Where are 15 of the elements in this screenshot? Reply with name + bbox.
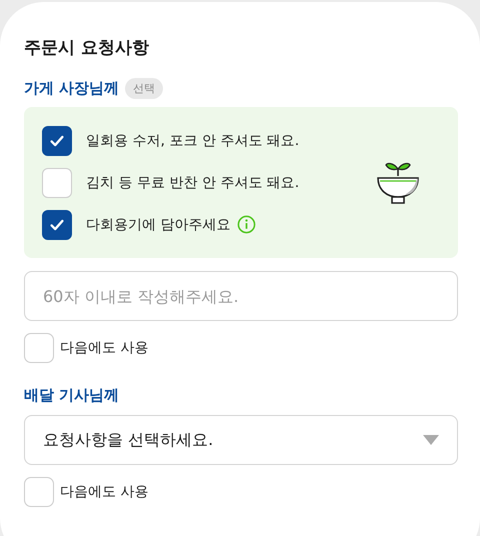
recipient-label: 가게 사장님께 — [24, 78, 120, 99]
checkbox[interactable] — [42, 126, 72, 156]
option-label: 김치 등 무료 반찬 안 주셔도 돼요. — [86, 174, 300, 192]
checkbox-label: 다음에도 사용 — [60, 339, 148, 357]
optional-tag: 선택 — [125, 78, 164, 98]
request-dropdown[interactable]: 요청사항을 선택하세요. — [24, 415, 458, 465]
recipient-label: 배달 기사님께 — [24, 385, 120, 406]
caret-icon — [423, 435, 439, 445]
checkbox[interactable] — [42, 210, 72, 240]
option-label: 일회용 수저, 포크 안 주셔도 돼요. — [86, 132, 300, 150]
checkbox-label: 다음에도 사용 — [60, 483, 148, 501]
request-input[interactable]: 60자 이내로 작성해주세요. — [24, 271, 458, 321]
option-label: 다회용기에 담아주세요 — [86, 216, 230, 234]
info-icon[interactable] — [237, 215, 256, 234]
section-title: 주문시 요청사항 — [24, 37, 150, 60]
